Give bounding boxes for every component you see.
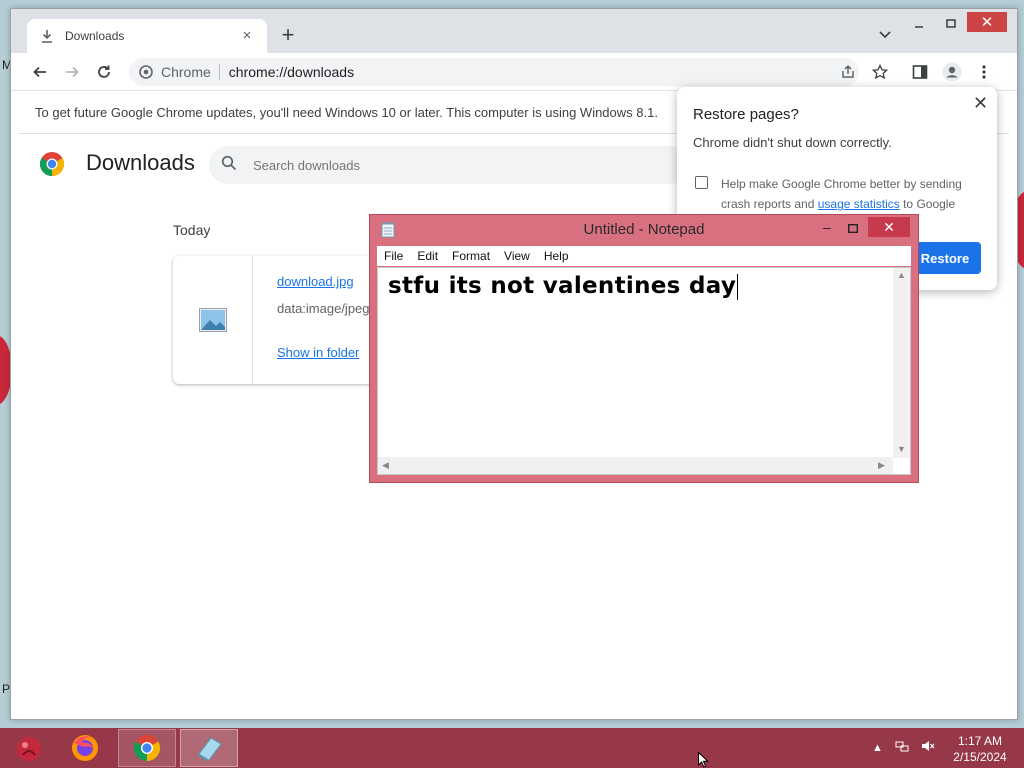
- taskbar-chrome[interactable]: [118, 729, 176, 767]
- date-section-heading: Today: [173, 222, 211, 238]
- crash-report-checkbox[interactable]: [695, 176, 708, 189]
- update-message: To get future Google Chrome updates, you…: [35, 105, 658, 120]
- download-filename-link[interactable]: download.jpg: [277, 274, 354, 289]
- tab-downloads[interactable]: Downloads ×: [27, 19, 267, 53]
- start-button[interactable]: [0, 729, 58, 767]
- desktop-edge-letter-p: P: [2, 682, 11, 696]
- page-title: Downloads: [86, 150, 195, 175]
- address-url: chrome://downloads: [228, 64, 355, 80]
- search-input[interactable]: [253, 157, 653, 173]
- scroll-down-icon[interactable]: ▼: [897, 444, 906, 454]
- notepad-menubar: File Edit Format View Help: [377, 246, 911, 266]
- clock-time: 1:17 AM: [957, 734, 1003, 748]
- minimize-icon[interactable]: [909, 15, 929, 33]
- mouse-pointer-icon: [698, 751, 710, 768]
- scroll-left-icon[interactable]: ◀: [382, 460, 389, 471]
- maximize-icon[interactable]: [941, 15, 961, 33]
- close-icon[interactable]: ✕: [973, 93, 988, 114]
- download-source-url: data:image/jpeg: [277, 301, 370, 316]
- tab-close-icon[interactable]: ×: [239, 28, 255, 44]
- show-in-folder-link[interactable]: Show in folder: [277, 345, 359, 360]
- menu-format[interactable]: Format: [445, 249, 497, 263]
- scroll-up-icon[interactable]: ▲: [897, 270, 906, 280]
- notepad-titlebar[interactable]: Untitled - Notepad – ✕: [370, 215, 918, 245]
- notepad-text-area[interactable]: stfu its not valentines day ▲ ▼ ◀ ▶: [377, 267, 911, 475]
- bookmark-star-icon[interactable]: [869, 61, 891, 83]
- chrome-logo-icon: [39, 151, 65, 177]
- close-window-button[interactable]: ✕: [967, 12, 1007, 32]
- image-file-icon: [198, 308, 227, 332]
- address-chip: Chrome: [161, 64, 220, 80]
- address-bar[interactable]: Chrome chrome://downloads: [129, 58, 859, 86]
- chrome-toolbar: Chrome chrome://downloads: [11, 53, 1017, 91]
- minimize-icon[interactable]: –: [820, 219, 834, 237]
- taskbar-firefox[interactable]: [56, 729, 114, 767]
- new-tab-button[interactable]: +: [277, 24, 299, 46]
- chrome-icon: [133, 735, 161, 762]
- dialog-message: Chrome didn't shut down correctly.: [693, 135, 892, 150]
- side-panel-icon[interactable]: [909, 61, 931, 83]
- scroll-right-icon[interactable]: ▶: [878, 460, 885, 471]
- volume-muted-icon[interactable]: [921, 739, 935, 756]
- profile-avatar-icon[interactable]: [941, 61, 963, 83]
- taskbar-notepad[interactable]: [180, 729, 238, 767]
- download-icon: [39, 28, 55, 44]
- share-icon[interactable]: [837, 61, 859, 83]
- forward-arrow-icon[interactable]: [61, 61, 83, 83]
- taskbar: ▲ 1:17 AM 2/15/2024: [0, 728, 1024, 768]
- maximize-icon[interactable]: [846, 219, 860, 237]
- reload-icon[interactable]: [93, 61, 115, 83]
- file-thumbnail: [173, 256, 253, 384]
- crash-report-label: Help make Google Chrome better by sendin…: [721, 174, 983, 214]
- system-tray: ▲: [872, 739, 935, 756]
- horizontal-scrollbar[interactable]: ◀ ▶: [378, 457, 893, 474]
- dialog-title: Restore pages?: [693, 106, 799, 123]
- start-orb-icon: [17, 737, 41, 761]
- clock-date: 2/15/2024: [953, 750, 1007, 764]
- menu-view[interactable]: View: [497, 249, 537, 263]
- restore-button[interactable]: Restore: [909, 242, 981, 274]
- tab-title: Downloads: [65, 29, 125, 43]
- network-icon[interactable]: [895, 739, 909, 756]
- text-caret: [737, 273, 739, 300]
- menu-help[interactable]: Help: [537, 249, 576, 263]
- back-arrow-icon[interactable]: [29, 61, 51, 83]
- usage-statistics-link[interactable]: usage statistics: [818, 197, 900, 211]
- downloads-search[interactable]: [209, 146, 689, 184]
- notepad-text-wrap: stfu its not valentines day: [388, 273, 739, 300]
- menu-file[interactable]: File: [377, 249, 410, 263]
- notepad-title: Untitled - Notepad: [583, 221, 705, 238]
- chrome-site-icon: [139, 65, 153, 79]
- search-icon: [221, 155, 237, 176]
- notepad-app-icon: [198, 737, 222, 761]
- show-hidden-icons-icon[interactable]: ▲: [872, 742, 883, 754]
- notepad-window: Untitled - Notepad – ✕ File Edit Format …: [369, 214, 919, 483]
- more-menu-icon[interactable]: [973, 61, 995, 83]
- crash-report-text-end: to Google: [899, 197, 956, 211]
- tab-strip: Downloads × + ✕: [11, 9, 1017, 53]
- firefox-icon: [72, 735, 98, 761]
- chevron-down-icon[interactable]: [877, 26, 893, 42]
- notepad-content: stfu its not valentines day: [388, 273, 737, 299]
- taskbar-clock[interactable]: 1:17 AM 2/15/2024: [944, 733, 1016, 765]
- vertical-scrollbar[interactable]: ▲ ▼: [893, 268, 910, 458]
- menu-edit[interactable]: Edit: [410, 249, 445, 263]
- notepad-close-button[interactable]: ✕: [868, 217, 910, 237]
